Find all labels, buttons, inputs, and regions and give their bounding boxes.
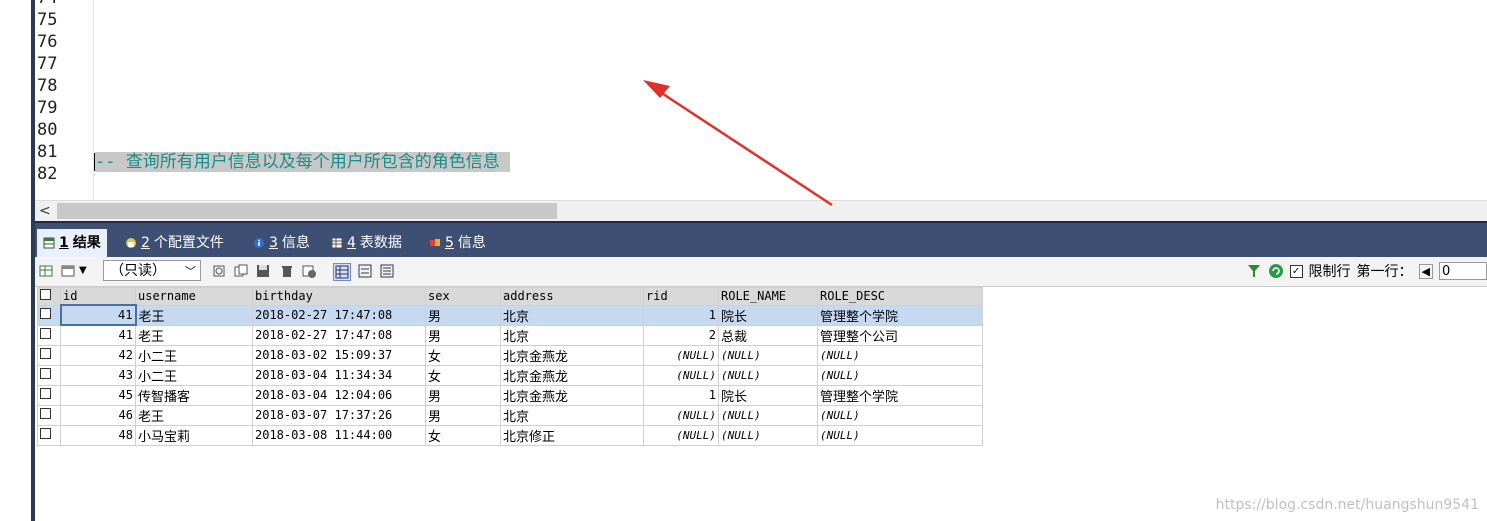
annotation-arrow [643,80,833,207]
watermark-text: https://blog.csdn.net/huangshun9541 [1215,497,1479,513]
